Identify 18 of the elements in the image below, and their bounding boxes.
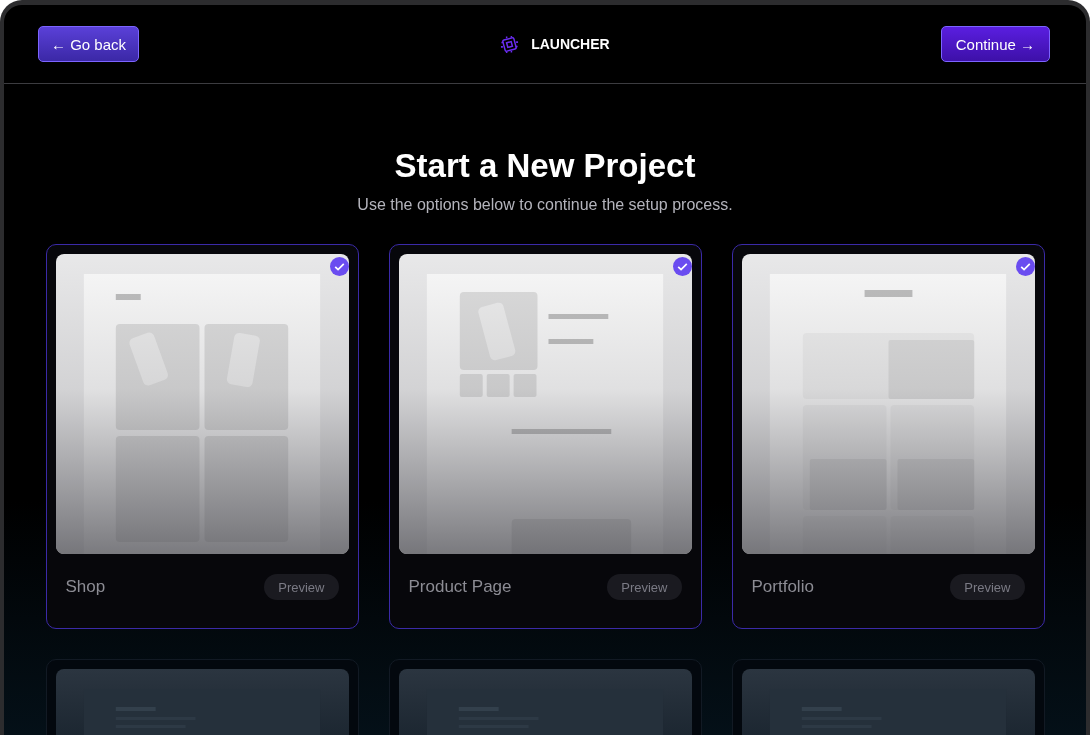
template-card[interactable]: Portfolio Preview: [731, 244, 1045, 629]
page-title: Start a New Project: [394, 146, 696, 186]
preview-button[interactable]: Preview: [950, 574, 1025, 600]
check-icon: [329, 257, 349, 276]
check-icon: [1015, 257, 1035, 276]
preview-button[interactable]: Preview: [607, 574, 682, 600]
continue-button[interactable]: Continue →: [940, 26, 1050, 62]
template-name: Portfolio: [751, 577, 814, 597]
chip-icon: [500, 34, 520, 54]
template-name: Shop: [65, 577, 106, 597]
page-subtitle: Use the options below to continue the setup process.: [357, 196, 733, 214]
preview-button[interactable]: Preview: [264, 574, 339, 600]
template-card[interactable]: Product Page Preview: [388, 244, 702, 629]
check-icon: [672, 257, 692, 276]
logo-text: LAUNCHER: [531, 36, 610, 52]
template-name: Product Page: [408, 577, 512, 597]
go-back-button[interactable]: ← Go back: [38, 26, 140, 62]
template-card[interactable]: Shop Preview: [45, 244, 359, 629]
